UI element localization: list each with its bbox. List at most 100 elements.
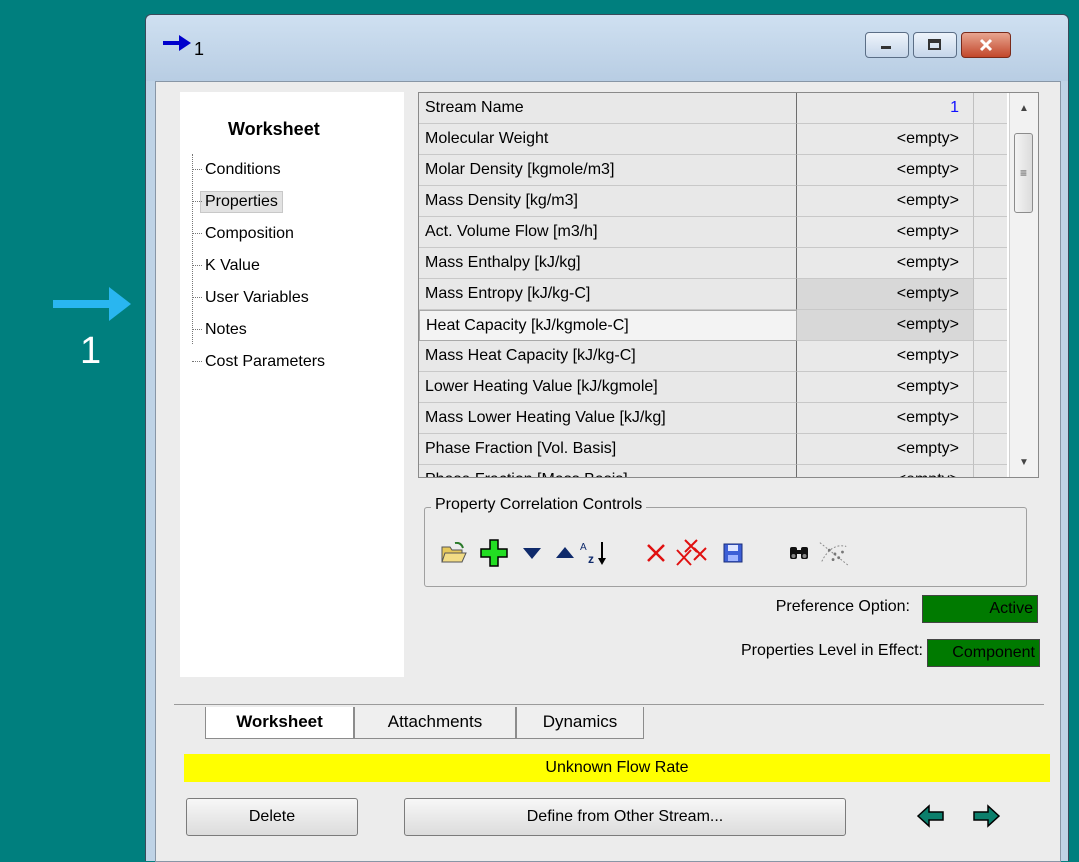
property-value[interactable]: <empty> — [797, 155, 974, 186]
property-name[interactable]: Act. Volume Flow [m3/h] — [419, 217, 797, 248]
scroll-down-icon[interactable]: ▼ — [1010, 451, 1038, 473]
scroll-up-icon[interactable]: ▲ — [1010, 97, 1038, 119]
window-title: 1 — [194, 39, 205, 59]
title-bar[interactable]: 1 — [146, 15, 1068, 81]
grid-row: Phase Fraction [Vol. Basis] <empty> — [419, 434, 1017, 465]
nav-item-composition[interactable]: Composition — [180, 218, 325, 250]
property-name[interactable]: Stream Name — [419, 93, 797, 124]
stream-arrow-icon[interactable] — [53, 287, 131, 321]
grid-row: Molecular Weight <empty> — [419, 124, 1017, 155]
grid-row: Mass Heat Capacity [kJ/kg-C] <empty> — [419, 341, 1017, 372]
vertical-scrollbar[interactable]: ▲ ≡ ▼ — [1009, 93, 1038, 477]
add-icon[interactable] — [478, 537, 510, 569]
stream-window: 1 Worksheet Conditions Properties Compos… — [145, 14, 1069, 862]
stream-icon — [163, 35, 191, 51]
close-button[interactable] — [961, 32, 1011, 58]
nav-item-label: User Variables — [205, 289, 309, 306]
next-stream-icon[interactable] — [972, 804, 1000, 828]
property-value[interactable]: 1 — [797, 93, 974, 124]
nav-item-label: Notes — [205, 321, 247, 338]
tab-divider — [174, 704, 1044, 705]
sort-az-icon[interactable]: Az — [578, 537, 610, 569]
nav-item-label: Properties — [200, 191, 283, 213]
move-up-icon[interactable] — [549, 537, 581, 569]
minimize-button[interactable] — [865, 32, 909, 58]
maximize-icon — [928, 39, 941, 50]
delete-icon[interactable] — [640, 537, 672, 569]
property-value[interactable]: <empty> — [797, 310, 974, 341]
nav-item-k-value[interactable]: K Value — [180, 250, 325, 282]
property-value[interactable]: <empty> — [797, 372, 974, 403]
property-value[interactable]: <empty> — [797, 465, 974, 477]
correlation-controls-title: Property Correlation Controls — [431, 496, 647, 514]
property-value[interactable]: <empty> — [797, 434, 974, 465]
property-name[interactable]: Mass Lower Heating Value [kJ/kg] — [419, 403, 797, 434]
property-name[interactable]: Mass Enthalpy [kJ/kg] — [419, 248, 797, 279]
property-name[interactable]: Mass Density [kg/m3] — [419, 186, 797, 217]
property-name[interactable]: Molar Density [kgmole/m3] — [419, 155, 797, 186]
nav-item-label: Composition — [205, 225, 294, 242]
window-client: Worksheet Conditions Properties Composit… — [155, 81, 1061, 862]
nav-item-label: K Value — [205, 257, 260, 274]
preference-option-label: Preference Option: — [775, 598, 910, 615]
property-grid: Stream Name 1 Molecular Weight <empty> Mol… — [418, 92, 1039, 478]
grid-row: Mass Lower Heating Value [kJ/kg] <empty> — [419, 403, 1017, 434]
grid-row: Mass Entropy [kJ/kg-C] <empty> — [419, 279, 1017, 310]
open-folder-icon[interactable] — [438, 537, 470, 569]
property-value[interactable]: <empty> — [797, 279, 974, 310]
property-value[interactable]: <empty> — [797, 186, 974, 217]
property-value[interactable]: <empty> — [797, 403, 974, 434]
delete-button[interactable]: Delete — [186, 798, 358, 836]
preference-option-field[interactable]: Active — [922, 595, 1038, 623]
previous-stream-icon[interactable] — [917, 804, 945, 828]
tab-attachments[interactable]: Attachments — [354, 707, 516, 739]
define-from-other-stream-button[interactable]: Define from Other Stream... — [404, 798, 846, 836]
save-icon[interactable] — [717, 537, 749, 569]
nav-panel: Worksheet Conditions Properties Composit… — [180, 92, 404, 677]
property-name[interactable]: Phase Fraction [Mass Basis] — [419, 465, 797, 477]
grid-row: Act. Volume Flow [m3/h] <empty> — [419, 217, 1017, 248]
property-name[interactable]: Heat Capacity [kJ/kgmole-C] — [419, 310, 797, 341]
property-value[interactable]: <empty> — [797, 341, 974, 372]
property-name[interactable]: Molecular Weight — [419, 124, 797, 155]
scatter-icon[interactable] — [818, 537, 850, 569]
binoculars-icon[interactable] — [783, 537, 815, 569]
tab-worksheet[interactable]: Worksheet — [205, 707, 354, 739]
nav-item-notes[interactable]: Notes — [180, 314, 325, 346]
nav-item-properties[interactable]: Properties — [180, 186, 325, 218]
delete-all-icon[interactable] — [676, 537, 708, 569]
nav-item-conditions[interactable]: Conditions — [180, 154, 325, 186]
tab-dynamics[interactable]: Dynamics — [516, 707, 644, 739]
properties-level-label: Properties Level in Effect: — [740, 642, 923, 659]
property-value[interactable]: <empty> — [797, 248, 974, 279]
grid-row: Mass Density [kg/m3] <empty> — [419, 186, 1017, 217]
status-bar: Unknown Flow Rate — [184, 754, 1050, 782]
property-name[interactable]: Phase Fraction [Vol. Basis] — [419, 434, 797, 465]
stream-label[interactable]: 1 — [80, 330, 101, 373]
nav-tree: Conditions Properties Composition K Valu… — [180, 154, 325, 378]
nav-item-label: Cost Parameters — [205, 353, 326, 370]
property-name[interactable]: Mass Entropy [kJ/kg-C] — [419, 279, 797, 310]
grid-row: Phase Fraction [Mass Basis]<empty> — [419, 465, 1017, 477]
properties-level-field: Component — [927, 639, 1040, 667]
grid-row: Stream Name 1 — [419, 93, 1017, 124]
minimize-icon — [881, 46, 891, 49]
property-name[interactable]: Lower Heating Value [kJ/kgmole] — [419, 372, 797, 403]
nav-item-cost-parameters[interactable]: Cost Parameters — [180, 346, 325, 378]
grid-row: Heat Capacity [kJ/kgmole-C] <empty> — [419, 310, 1017, 341]
nav-item-label: Conditions — [205, 161, 281, 178]
svg-text:z: z — [588, 552, 594, 566]
nav-item-user-variables[interactable]: User Variables — [180, 282, 325, 314]
grid-row: Mass Enthalpy [kJ/kg] <empty> — [419, 248, 1017, 279]
close-icon — [979, 38, 993, 52]
maximize-button[interactable] — [913, 32, 957, 58]
scroll-thumb[interactable]: ≡ — [1014, 133, 1033, 213]
property-value[interactable]: <empty> — [797, 217, 974, 248]
nav-header: Worksheet — [228, 119, 320, 139]
grid-row: Lower Heating Value [kJ/kgmole] <empty> — [419, 372, 1017, 403]
grid-row: Molar Density [kgmole/m3] <empty> — [419, 155, 1017, 186]
property-value[interactable]: <empty> — [797, 124, 974, 155]
svg-text:A: A — [580, 542, 587, 553]
move-down-icon[interactable] — [516, 537, 548, 569]
property-name[interactable]: Mass Heat Capacity [kJ/kg-C] — [419, 341, 797, 372]
